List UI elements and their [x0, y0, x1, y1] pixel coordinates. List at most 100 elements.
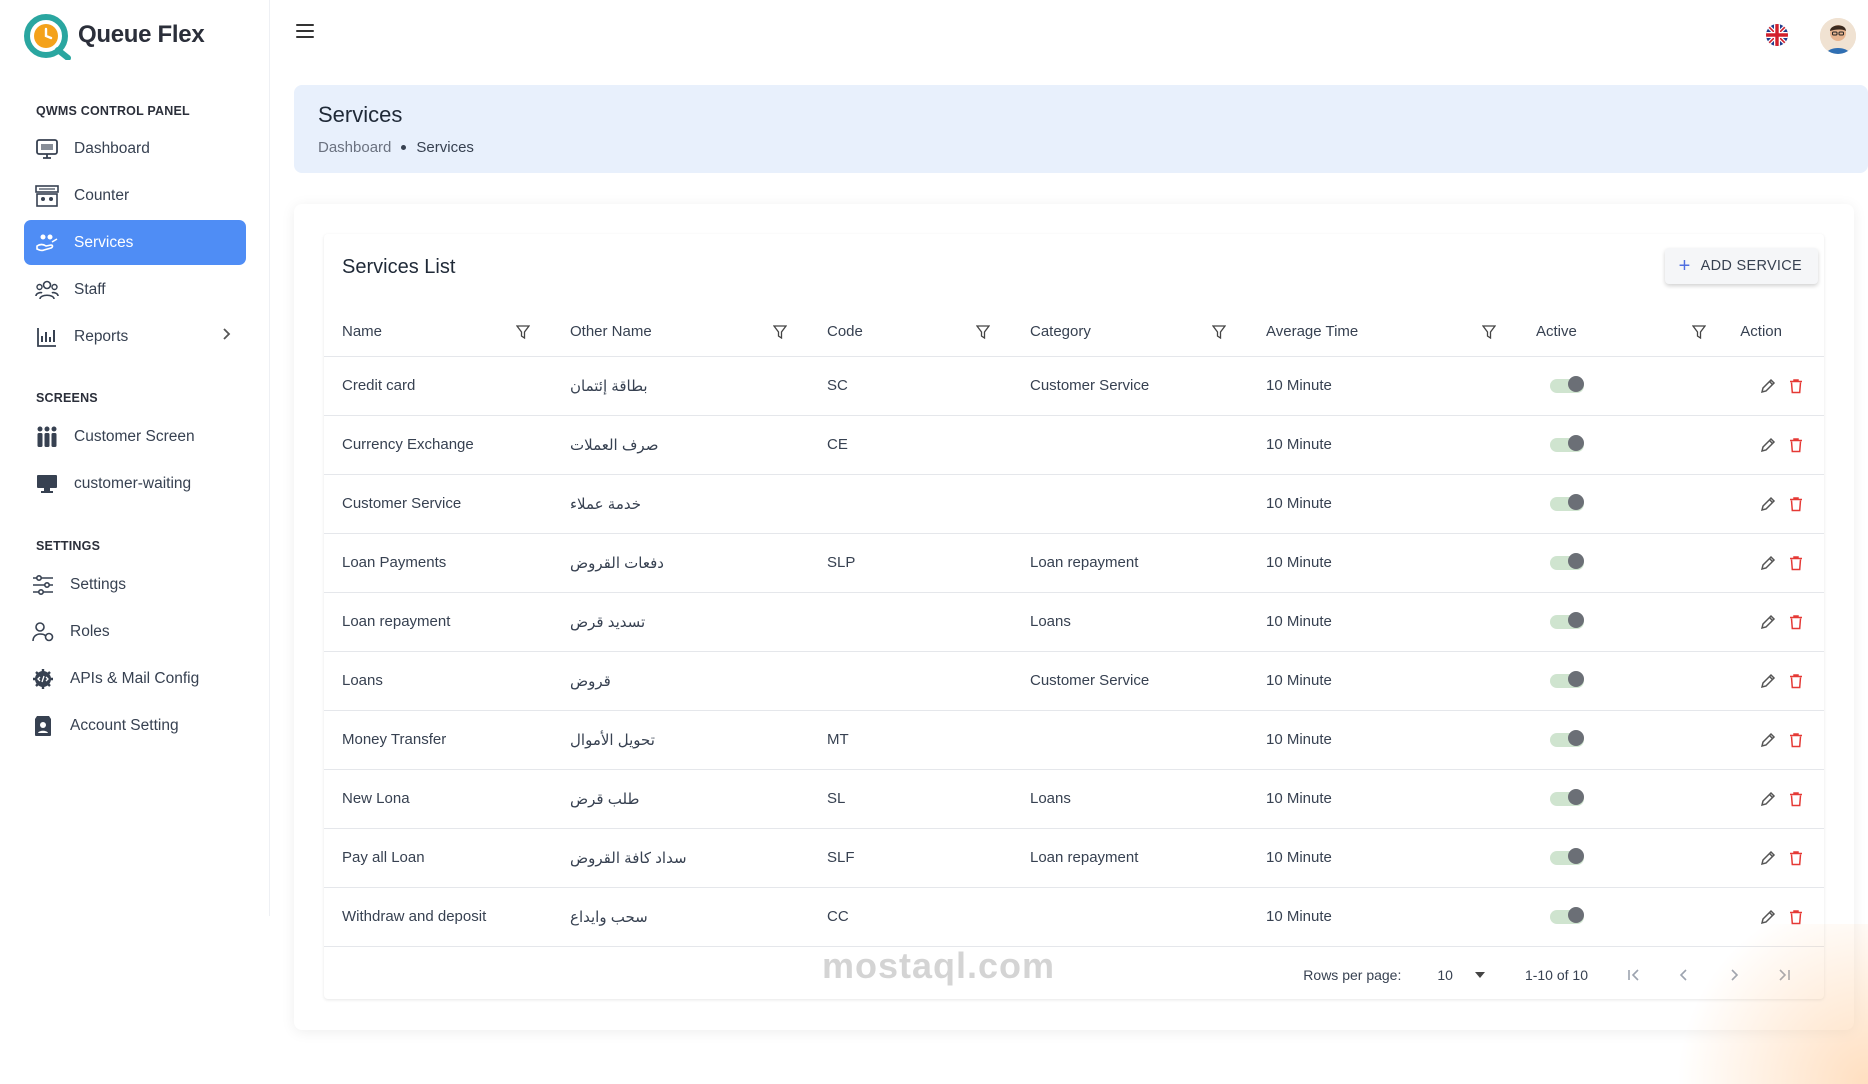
edit-icon[interactable] [1760, 614, 1776, 630]
uk-flag-icon[interactable] [1766, 24, 1788, 46]
breadcrumb-dashboard[interactable]: Dashboard [318, 139, 391, 156]
delete-icon[interactable] [1788, 850, 1804, 866]
delete-icon[interactable] [1788, 614, 1804, 630]
filter-icon[interactable] [1692, 325, 1706, 339]
cell-other-name: تسديد قرض [552, 592, 809, 652]
active-toggle[interactable] [1550, 611, 1584, 629]
avatar[interactable] [1820, 18, 1856, 54]
active-toggle[interactable] [1550, 375, 1584, 393]
add-service-button[interactable]: + ADD SERVICE [1664, 248, 1818, 284]
filter-icon[interactable] [976, 325, 990, 339]
cell-average-time: 10 Minute [1248, 769, 1518, 829]
cell-other-name: صرف العملات [552, 415, 809, 475]
active-toggle[interactable] [1550, 847, 1584, 865]
cell-other-name: خدمة عملاء [552, 474, 809, 534]
cell-active [1518, 651, 1728, 711]
rows-per-page-select[interactable]: 10 [1437, 967, 1485, 983]
cell-other-name: تحويل الأموال [552, 710, 809, 770]
active-toggle[interactable] [1550, 729, 1584, 747]
sidebar-item-counter[interactable]: Counter [24, 173, 246, 218]
breadcrumb: Dashboard Services [318, 139, 474, 156]
column-label: Average Time [1266, 323, 1359, 341]
sidebar-item-settings[interactable]: Settings [20, 562, 242, 607]
filter-icon[interactable] [1212, 325, 1226, 339]
cell-code: SLP [809, 533, 1012, 593]
table-row: Loan Payments دفعات القروض SLP Loan repayme… [324, 533, 1824, 593]
active-toggle[interactable] [1550, 552, 1584, 570]
edit-icon[interactable] [1760, 673, 1776, 689]
cell-category [1012, 415, 1248, 475]
cell-other-name: سحب وايداع [552, 887, 809, 947]
sidebar-item-account-setting[interactable]: Account Setting [20, 703, 242, 748]
cell-active [1518, 710, 1728, 770]
sidebar-item-label: Customer Screen [74, 427, 195, 445]
sidebar-item-dashboard[interactable]: Dashboard [24, 126, 246, 171]
edit-icon[interactable] [1760, 496, 1776, 512]
edit-icon[interactable] [1760, 732, 1776, 748]
active-toggle[interactable] [1550, 434, 1584, 452]
counter-icon [34, 183, 60, 209]
cell-code [809, 592, 1012, 652]
column-header-average-time: Average Time [1248, 308, 1518, 357]
sidebar-item-services[interactable]: Services [24, 220, 246, 265]
cell-average-time: 10 Minute [1248, 415, 1518, 475]
sidebar-item-staff[interactable]: Staff [24, 267, 246, 312]
table-row: Loans قروض Customer Service 10 Minute [324, 651, 1824, 711]
edit-icon[interactable] [1760, 378, 1776, 394]
sidebar-item-label: Account Setting [70, 716, 179, 734]
edit-icon[interactable] [1760, 555, 1776, 571]
delete-icon[interactable] [1788, 496, 1804, 512]
plus-icon: + [1678, 255, 1691, 277]
table-row: Customer Service خدمة عملاء 10 Minute [324, 474, 1824, 534]
table-row: Credit card بطاقة إئتمان SC Customer Servic… [324, 356, 1824, 416]
filter-icon[interactable] [773, 325, 787, 339]
cell-average-time: 10 Minute [1248, 651, 1518, 711]
cell-name: Currency Exchange [324, 415, 552, 475]
cell-name: Pay all Loan [324, 828, 552, 888]
cell-category [1012, 887, 1248, 947]
app-logo[interactable]: Queue Flex [22, 10, 205, 61]
edit-icon[interactable] [1760, 437, 1776, 453]
first-page-icon[interactable] [1624, 965, 1644, 985]
menu-toggle-icon[interactable] [296, 24, 314, 38]
delete-icon[interactable] [1788, 437, 1804, 453]
section-title-screens: SCREENS [36, 391, 98, 405]
sidebar-item-customer-screen[interactable]: Customer Screen [24, 414, 246, 459]
sidebar-item-customer-waiting[interactable]: customer-waiting [24, 461, 246, 506]
filter-icon[interactable] [516, 325, 530, 339]
sidebar-item-roles[interactable]: Roles [20, 609, 242, 654]
delete-icon[interactable] [1788, 555, 1804, 571]
delete-icon[interactable] [1788, 673, 1804, 689]
sidebar-item-reports[interactable]: Reports [24, 314, 246, 359]
filter-icon[interactable] [1482, 325, 1496, 339]
active-toggle[interactable] [1550, 906, 1584, 924]
sidebar-item-label: customer-waiting [74, 474, 192, 492]
cell-code: SLF [809, 828, 1012, 888]
section-title-settings: SETTINGS [36, 539, 101, 553]
cell-action [1728, 651, 1824, 711]
delete-icon[interactable] [1788, 732, 1804, 748]
active-toggle[interactable] [1550, 670, 1584, 688]
cell-other-name: قروض [552, 651, 809, 711]
cell-active [1518, 474, 1728, 534]
chevron-right-icon [222, 327, 232, 346]
edit-icon[interactable] [1760, 850, 1776, 866]
table-row: Pay all Loan سداد كافة القروض SLF Loan repa… [324, 828, 1824, 888]
sidebar-item-apis-mail-config[interactable]: APIs & Mail Config [20, 656, 242, 701]
delete-icon[interactable] [1788, 791, 1804, 807]
active-toggle[interactable] [1550, 788, 1584, 806]
services-table-panel: Services List + ADD SERVICE Name Other N… [324, 234, 1824, 999]
delete-icon[interactable] [1788, 909, 1804, 925]
delete-icon[interactable] [1788, 378, 1804, 394]
edit-icon[interactable] [1760, 791, 1776, 807]
cell-code: MT [809, 710, 1012, 770]
roles-icon [30, 619, 56, 645]
cell-name: Customer Service [324, 474, 552, 534]
edit-icon[interactable] [1760, 909, 1776, 925]
rows-per-page-value: 10 [1437, 967, 1453, 983]
column-label: Category [1030, 323, 1091, 341]
cell-category: Customer Service [1012, 356, 1248, 416]
active-toggle[interactable] [1550, 493, 1584, 511]
table-row: Currency Exchange صرف العملات CE 10 Minute [324, 415, 1824, 475]
cell-active [1518, 415, 1728, 475]
